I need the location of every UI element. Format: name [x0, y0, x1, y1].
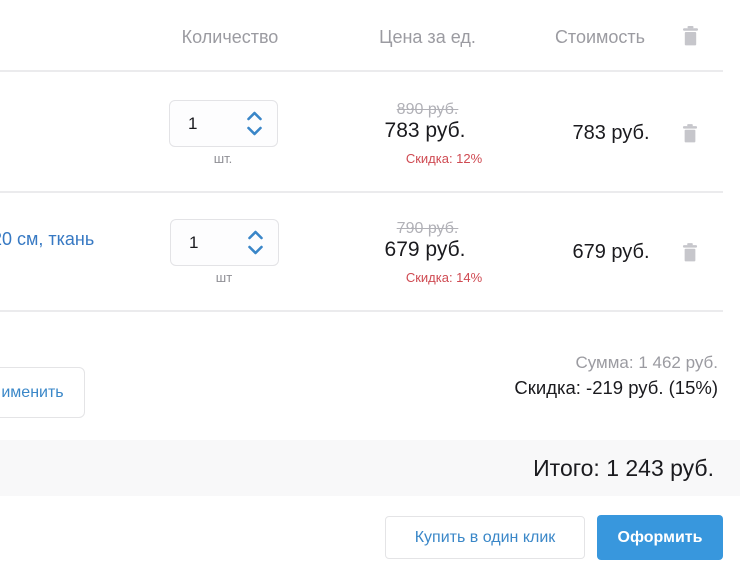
- column-header-cost: Стоимость: [525, 27, 675, 48]
- chevron-up-icon: [247, 228, 264, 243]
- remove-item-button-row2[interactable]: [682, 242, 699, 262]
- quantity-decrease-row2[interactable]: [247, 245, 264, 255]
- unit-label-row2: шт: [171, 270, 277, 285]
- row-divider: [0, 310, 723, 312]
- quantity-value-row2[interactable]: 1: [189, 220, 198, 265]
- remove-item-button-row1[interactable]: [682, 123, 699, 143]
- product-title-row2[interactable]: 20 см, ткань: [0, 229, 94, 250]
- chevron-down-icon: [246, 124, 263, 139]
- remove-all-button[interactable]: [682, 26, 699, 46]
- quantity-value-row1[interactable]: 1: [188, 101, 197, 146]
- trash-icon: [682, 26, 699, 46]
- sum-line: Сумма: 1 462 руб.: [418, 353, 718, 373]
- old-price-row2: 790 руб.: [350, 220, 505, 238]
- quantity-increase-row1[interactable]: [246, 111, 263, 121]
- one-click-buy-button[interactable]: Купить в один клик: [385, 516, 585, 559]
- trash-icon: [682, 124, 699, 143]
- price-row2: 679 руб.: [345, 238, 505, 262]
- cost-row1: 783 руб.: [536, 122, 686, 145]
- unit-label-row1: шт.: [170, 151, 276, 166]
- discount-note-row2: Скидка: 14%: [350, 270, 538, 285]
- cost-row2: 679 руб.: [536, 241, 686, 264]
- chevron-up-icon: [246, 109, 263, 124]
- quantity-increase-row2[interactable]: [247, 230, 264, 240]
- total-line: Итого: 1 243 руб.: [533, 440, 714, 496]
- column-header-unit-price: Цена за ед.: [350, 27, 505, 48]
- quantity-decrease-row1[interactable]: [246, 126, 263, 136]
- quantity-stepper-row2[interactable]: 1: [170, 219, 279, 266]
- old-price-row1: 890 руб.: [350, 101, 505, 119]
- price-row1: 783 руб.: [345, 119, 505, 143]
- discount-note-row1: Скидка: 12%: [350, 151, 538, 166]
- row-divider: [0, 191, 723, 193]
- header-divider: [0, 70, 723, 72]
- chevron-down-icon: [247, 243, 264, 258]
- apply-promo-button[interactable]: именить: [0, 367, 85, 418]
- total-band: Итого: 1 243 руб.: [0, 440, 740, 496]
- discount-line: Скидка: -219 руб. (15%): [398, 377, 718, 399]
- checkout-button[interactable]: Оформить: [597, 515, 723, 560]
- quantity-stepper-row1[interactable]: 1: [169, 100, 278, 147]
- column-header-quantity: Количество: [150, 27, 310, 48]
- trash-icon: [682, 243, 699, 262]
